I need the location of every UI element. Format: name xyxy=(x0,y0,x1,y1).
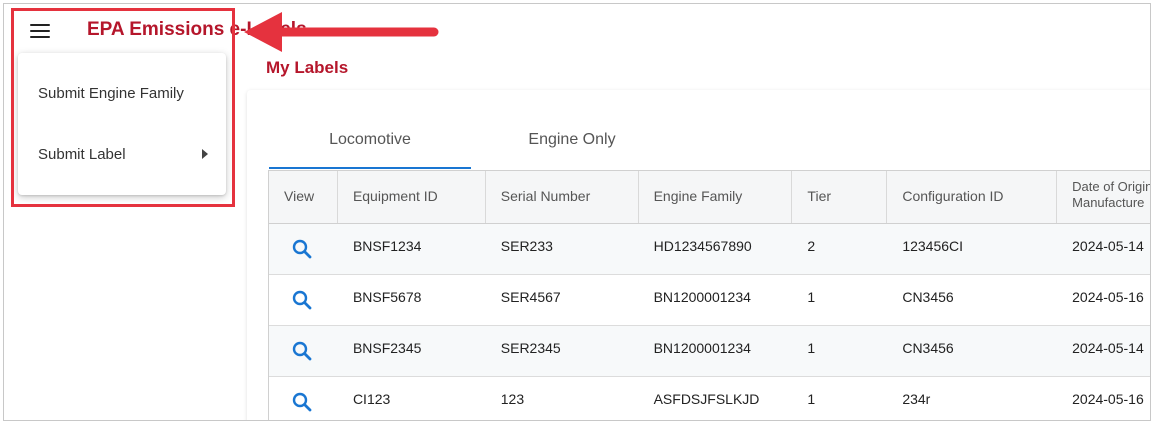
configuration-id-cell: CN3456 xyxy=(902,289,954,305)
view-cell[interactable] xyxy=(269,377,338,420)
engine-family-cell: HD1234567890 xyxy=(653,238,752,254)
serial-number-cell: SER2345 xyxy=(500,340,561,356)
table-header-row: View Equipment ID Serial Number Engine F… xyxy=(269,171,1150,224)
engine-family-cell: BN1200001234 xyxy=(653,340,751,356)
configuration-id-cell: 123456CI xyxy=(902,238,964,254)
search-icon[interactable] xyxy=(290,390,314,414)
manufacture-date-cell: 2024-05-16 xyxy=(1072,289,1144,305)
configuration-id-cell: 234r xyxy=(902,391,931,407)
tab-engine-only[interactable]: Engine Only xyxy=(471,123,673,169)
view-cell[interactable] xyxy=(269,224,338,274)
view-cell[interactable] xyxy=(269,275,338,325)
search-icon[interactable] xyxy=(290,339,314,363)
tab-bar: Locomotive Engine Only xyxy=(269,123,673,169)
tier-cell: 1 xyxy=(807,340,816,356)
menu-item-submit-label[interactable]: Submit Label xyxy=(18,135,226,175)
column-header-equipment-id[interactable]: Equipment ID xyxy=(338,171,486,223)
tier-cell: 1 xyxy=(807,391,816,407)
column-header-tier[interactable]: Tier xyxy=(792,171,888,223)
engine-family-cell: BN1200001234 xyxy=(653,289,751,305)
equipment-id-cell: BNSF5678 xyxy=(352,289,422,305)
menu-item-label: Submit Label xyxy=(38,146,126,163)
equipment-id-cell: BNSF1234 xyxy=(352,238,422,254)
annotation-arrow-icon xyxy=(244,12,439,52)
app-window: EPA Emissions e-Labels My Labels Locomot… xyxy=(3,3,1151,421)
equipment-id-cell: CI123 xyxy=(352,391,391,407)
serial-number-cell: 123 xyxy=(500,391,525,407)
view-cell[interactable] xyxy=(269,326,338,376)
engine-family-cell: ASFDSJFSLKJD xyxy=(653,391,760,407)
page-title: My Labels xyxy=(266,58,349,77)
search-icon[interactable] xyxy=(290,237,314,261)
tier-cell: 1 xyxy=(807,289,816,305)
menu-item-label: Submit Engine Family xyxy=(38,85,184,102)
serial-number-cell: SER4567 xyxy=(500,289,561,305)
table-row: BNSF1234 SER233 HD1234567890 2 123456CI … xyxy=(269,224,1150,275)
column-header-engine-family[interactable]: Engine Family xyxy=(639,171,793,223)
tab-locomotive[interactable]: Locomotive xyxy=(269,123,471,169)
column-header-view[interactable]: View xyxy=(269,171,338,223)
navigation-menu: Submit Engine Family Submit Label xyxy=(18,53,226,195)
table-row: BNSF2345 SER2345 BN1200001234 1 CN3456 2… xyxy=(269,326,1150,377)
manufacture-date-cell: 2024-05-14 xyxy=(1072,238,1144,254)
column-header-date-of-original-manufacture[interactable]: Date of Original Manufacture xyxy=(1057,171,1150,223)
table-row: CI123 123 ASFDSJFSLKJD 1 234r 2024-05-16 xyxy=(269,377,1150,420)
menu-item-submit-engine-family[interactable]: Submit Engine Family xyxy=(18,74,226,114)
hamburger-menu-icon[interactable] xyxy=(30,24,50,38)
column-header-configuration-id[interactable]: Configuration ID xyxy=(887,171,1058,223)
tier-cell: 2 xyxy=(807,238,816,254)
serial-number-cell: SER233 xyxy=(500,238,553,254)
equipment-id-cell: BNSF2345 xyxy=(352,340,422,356)
search-icon[interactable] xyxy=(290,288,314,312)
column-header-serial-number[interactable]: Serial Number xyxy=(486,171,639,223)
labels-table: View Equipment ID Serial Number Engine F… xyxy=(268,170,1150,420)
manufacture-date-cell: 2024-05-16 xyxy=(1072,391,1144,407)
manufacture-date-cell: 2024-05-14 xyxy=(1072,340,1144,356)
configuration-id-cell: CN3456 xyxy=(902,340,954,356)
caret-right-icon xyxy=(202,149,208,159)
table-row: BNSF5678 SER4567 BN1200001234 1 CN3456 2… xyxy=(269,275,1150,326)
